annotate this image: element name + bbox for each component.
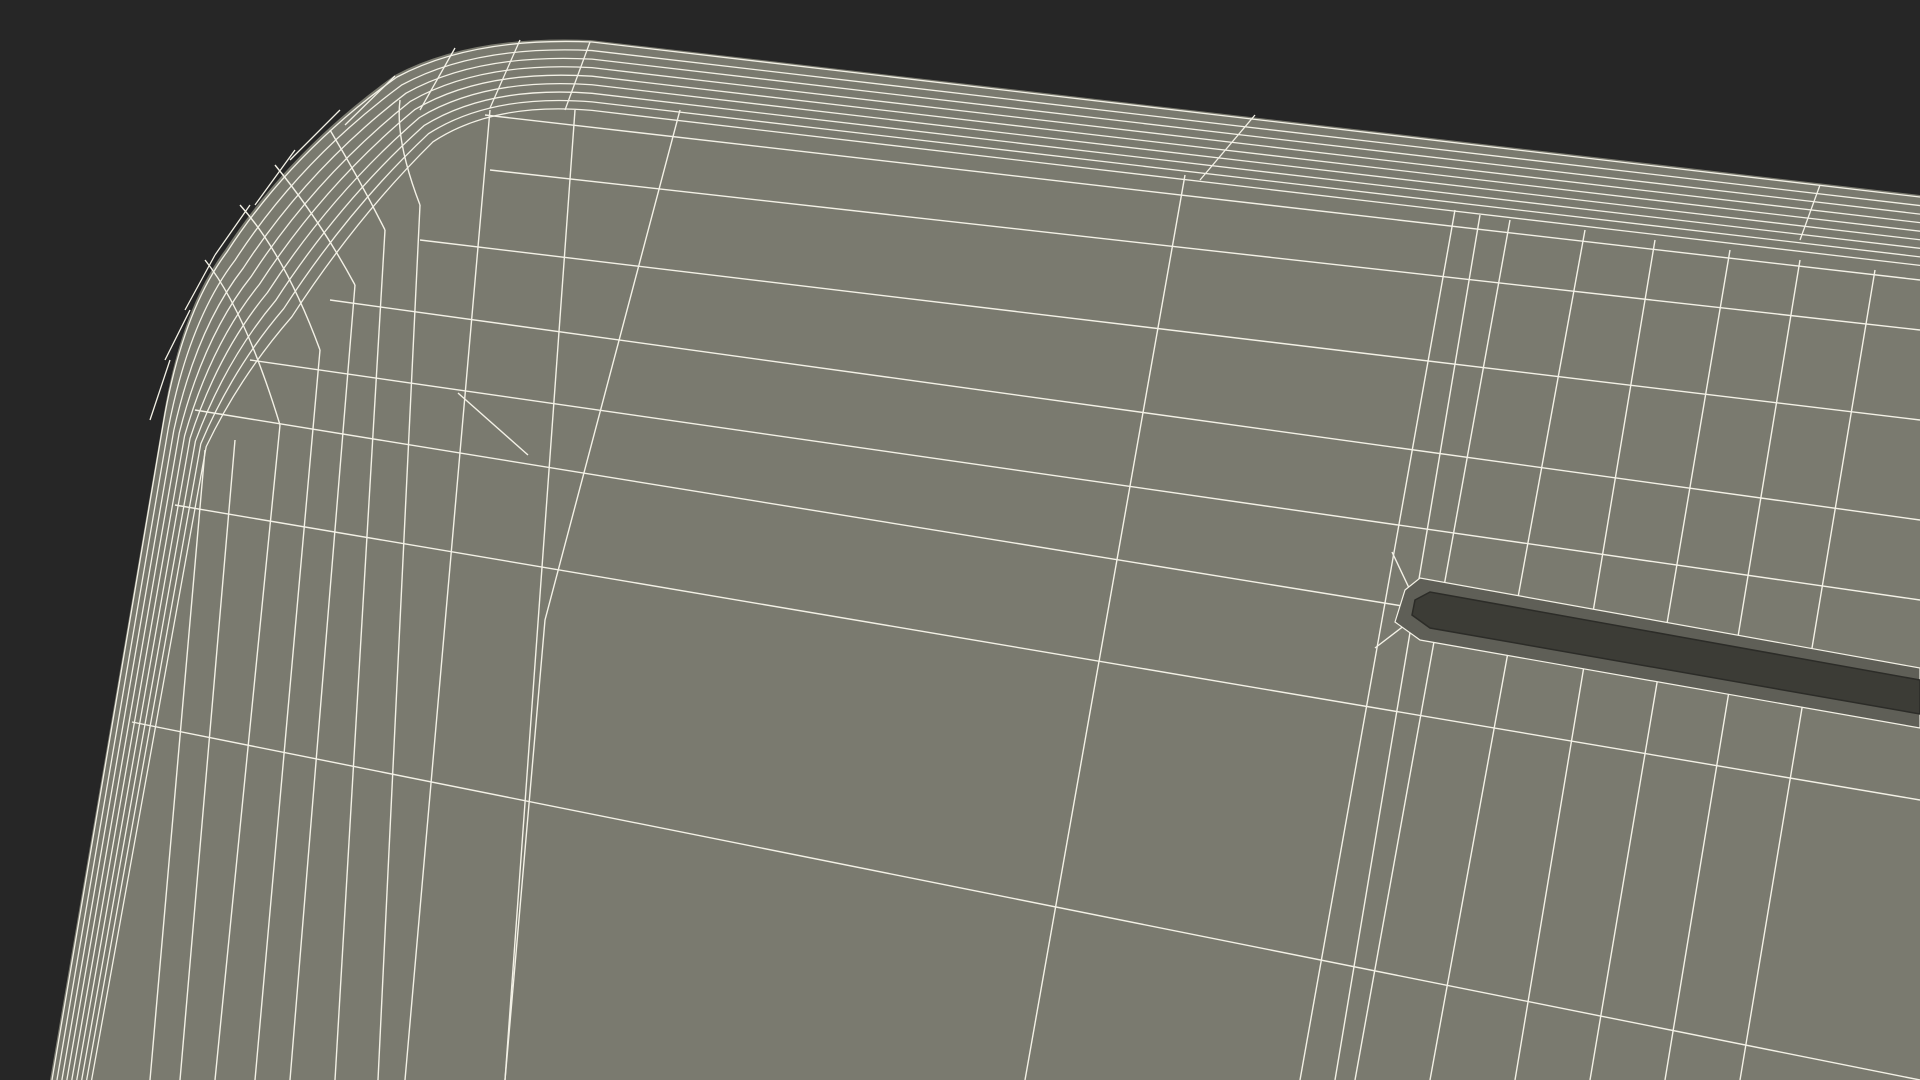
wireframe-render <box>0 0 1920 1080</box>
3d-viewport[interactable] <box>0 0 1920 1080</box>
